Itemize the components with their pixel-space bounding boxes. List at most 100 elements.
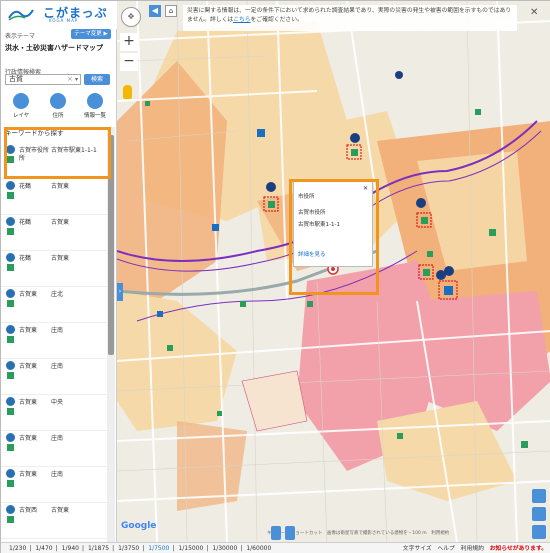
- facility-icon: [7, 300, 14, 307]
- locate-icon[interactable]: [271, 526, 281, 540]
- bottom-links: 文字サイズ ヘルプ 利用規約 お知らせがあります。: [399, 543, 547, 553]
- home-button[interactable]: ⌂: [165, 5, 177, 17]
- list-item[interactable]: 古賀東 庄南: [1, 465, 107, 503]
- info-list-tool-label: 情報一覧: [83, 113, 106, 119]
- text-size-link[interactable]: 文字サイズ: [403, 546, 432, 552]
- list-item[interactable]: 古賀東 庄南: [1, 429, 107, 467]
- street-view-icon[interactable]: [123, 85, 132, 99]
- list-item[interactable]: 花鶴 古賀東: [1, 177, 107, 215]
- layers-button-icon[interactable]: [532, 507, 546, 521]
- clear-icon[interactable]: ×: [67, 74, 73, 85]
- pin-icon: [6, 289, 15, 298]
- close-icon[interactable]: ✕: [530, 7, 538, 18]
- list-item-area: 中央: [51, 399, 64, 406]
- search-button[interactable]: 検索: [84, 74, 110, 85]
- share-icon[interactable]: [532, 525, 546, 539]
- scale-item[interactable]: 1/470: [35, 545, 52, 552]
- list-item-area: 庄南: [51, 435, 64, 442]
- scale-item[interactable]: 1/1875: [88, 545, 109, 552]
- pin-icon: [6, 181, 15, 190]
- result-highlight: [4, 127, 111, 179]
- zoom-in-button[interactable]: +: [120, 33, 138, 51]
- list-item-name: 古賀東: [19, 471, 38, 478]
- app-subtitle: KOGA MAP: [49, 18, 79, 23]
- scale-separator: |: [112, 545, 115, 552]
- scale-item[interactable]: 1/3750: [118, 545, 139, 552]
- list-item[interactable]: 古賀西 古賀東: [1, 501, 107, 539]
- facility-icon: [7, 372, 14, 379]
- address-tool[interactable]: 住所: [44, 93, 72, 119]
- collapse-sidebar-button[interactable]: ◀: [149, 5, 161, 17]
- app-window: こがまっぷ KOGA MAP 表示テーマ テーマ変更 ▶ 洪水・土砂災害ハザード…: [0, 0, 550, 553]
- scale-item[interactable]: 1/15000: [178, 545, 203, 552]
- disclaimer-notice: 災害に関する情報は、一定の条件下において求められた調査結果であり、実際の災害の発…: [183, 5, 517, 31]
- pin-icon: [6, 325, 15, 334]
- scale-item[interactable]: 1/940: [62, 545, 79, 552]
- pin-icon: [6, 253, 15, 262]
- chevron-down-icon[interactable]: ▾: [75, 74, 78, 85]
- popup-highlight: [289, 179, 379, 295]
- list-item-name: 古賀西: [19, 507, 38, 514]
- alert-link[interactable]: お知らせがあります。: [490, 546, 547, 552]
- scale-bar: 1/230 | 1/470 | 1/940 | 1/1875 | 1/3750 | 1/7500 | 1…: [1, 542, 550, 553]
- pin-icon[interactable]: [285, 526, 295, 540]
- scale-separator: |: [55, 545, 58, 552]
- compass-icon[interactable]: ✥: [121, 7, 141, 27]
- list-item-area: 古賀東: [51, 219, 70, 226]
- scale-item[interactable]: 1/7500: [148, 545, 169, 552]
- list-item-name: 古賀東: [19, 399, 38, 406]
- zoom-out-button[interactable]: −: [120, 53, 138, 71]
- list-item-area: 古賀東: [51, 183, 70, 190]
- list-item-area: 庄南: [51, 471, 64, 478]
- scale-item[interactable]: 1/30000: [212, 545, 237, 552]
- list-item[interactable]: 花鶴 古賀東: [1, 249, 107, 287]
- list-item-area: 古賀東: [51, 255, 70, 262]
- pin-icon: [6, 217, 15, 226]
- pin-icon: [6, 469, 15, 478]
- list-icon: [87, 93, 103, 109]
- help-link[interactable]: ヘルプ: [437, 546, 454, 552]
- theme-name: 洪水・土砂災害ハザードマップ: [5, 44, 103, 52]
- scale-separator: |: [240, 545, 243, 552]
- list-item-name: 古賀東: [19, 435, 38, 442]
- scale-separator: |: [29, 545, 32, 552]
- facility-icon: [7, 444, 14, 451]
- list-item[interactable]: 花鶴 古賀東: [1, 213, 107, 251]
- result-list: キーワードから探す 古賀市役所 古賀市駅東1-1-1 所花鶴 古賀東 花鶴 古賀東 花鶴 古賀…: [1, 127, 107, 543]
- facility-icon: [7, 408, 14, 415]
- expand-tab-icon[interactable]: ›: [117, 283, 123, 301]
- settings-icon[interactable]: [532, 489, 546, 503]
- scale-item[interactable]: 1/230: [9, 545, 26, 552]
- sidebar: 表示テーマ テーマ変更 ▶ 洪水・土砂災害ハザードマップ 行政情報検索 古賀 ×…: [1, 29, 117, 543]
- info-list-tool[interactable]: 情報一覧: [81, 93, 109, 119]
- list-item[interactable]: 古賀東 庄北: [1, 285, 107, 323]
- pin-icon: [6, 397, 15, 406]
- address-tool-label: 住所: [52, 113, 64, 119]
- layer-tool[interactable]: レイヤ: [7, 93, 35, 119]
- map-area[interactable]: 災害に関する情報は、一定の条件下において求められた調査結果であり、実際の災害の発…: [117, 1, 550, 542]
- layers-icon: [13, 93, 29, 109]
- scale-separator: |: [81, 545, 84, 552]
- list-item-area: 古賀東: [51, 507, 70, 514]
- theme-change-button[interactable]: テーマ変更 ▶: [71, 29, 111, 39]
- facility-icon: [7, 228, 14, 235]
- list-item-area: 庄南: [51, 363, 64, 370]
- facility-icon: [7, 480, 14, 487]
- list-item[interactable]: 古賀東 庄南: [1, 321, 107, 359]
- scale-separator: |: [206, 545, 209, 552]
- facility-icon: [7, 264, 14, 271]
- notice-link[interactable]: こちら: [233, 17, 250, 23]
- list-item-name: 古賀東: [19, 291, 38, 298]
- pin-icon: [6, 505, 15, 514]
- scale-separator: |: [172, 545, 175, 552]
- list-item-name: 花鶴: [19, 219, 32, 226]
- list-item-name: 花鶴: [19, 183, 32, 190]
- list-item-name: 花鶴: [19, 255, 32, 262]
- house-icon: [50, 93, 66, 109]
- scale-item[interactable]: 1/60000: [246, 545, 271, 552]
- layer-tool-label: レイヤ: [12, 113, 30, 119]
- list-item[interactable]: 古賀東 中央: [1, 393, 107, 431]
- facility-icon: [7, 336, 14, 343]
- list-item[interactable]: 古賀東 庄南: [1, 357, 107, 395]
- terms-link[interactable]: 利用規約: [461, 546, 484, 552]
